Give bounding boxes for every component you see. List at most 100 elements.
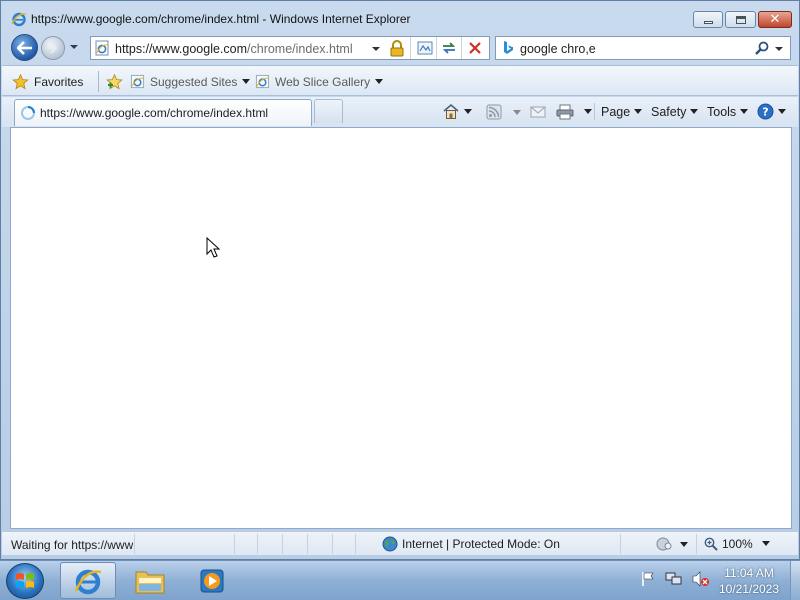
refresh-icon[interactable] xyxy=(441,40,457,56)
search-box[interactable]: google chro,e xyxy=(495,36,791,60)
address-bar[interactable]: https://www.google.com/chrome/index.html xyxy=(90,36,490,60)
status-separator xyxy=(355,534,356,554)
folder-icon xyxy=(135,571,165,593)
chevron-down-icon xyxy=(584,109,592,114)
action-center-flag-icon[interactable] xyxy=(640,571,656,587)
tools-menu-label: Tools xyxy=(707,104,737,119)
favorites-item-suggested-sites[interactable]: Suggested Sites xyxy=(130,71,251,92)
zoom-level: 100% xyxy=(722,537,753,551)
address-separator xyxy=(436,37,437,59)
close-button[interactable]: ✕ xyxy=(758,11,792,28)
stop-icon[interactable] xyxy=(467,40,483,56)
chevron-down-icon xyxy=(242,79,251,84)
security-zone-label: Internet | Protected Mode: On xyxy=(402,537,560,551)
padlock-icon[interactable] xyxy=(389,40,405,57)
taskbar-internet-explorer[interactable] xyxy=(60,562,116,599)
printer-icon xyxy=(556,104,574,119)
forward-arrow-icon xyxy=(47,42,58,54)
add-to-favorites-icon[interactable] xyxy=(106,74,123,90)
protected-mode-settings[interactable] xyxy=(656,536,688,552)
address-dropdown[interactable] xyxy=(372,45,380,53)
internet-explorer-icon xyxy=(74,569,102,594)
favorites-button[interactable]: Favorites xyxy=(12,71,83,92)
internet-explorer-icon xyxy=(11,12,27,27)
address-input[interactable]: https://www.google.com/chrome/index.html xyxy=(115,42,353,56)
compatibility-view-icon[interactable] xyxy=(417,40,433,56)
back-button[interactable] xyxy=(11,34,38,61)
new-tab-button[interactable] xyxy=(314,99,343,123)
minimize-button[interactable] xyxy=(693,11,723,28)
web-slice-gallery-label: Web Slice Gallery xyxy=(275,74,371,89)
tools-menu[interactable]: Tools xyxy=(707,101,749,122)
search-icon[interactable] xyxy=(754,40,770,56)
star-icon xyxy=(12,73,29,89)
minimize-icon xyxy=(703,20,713,24)
status-separator xyxy=(307,534,308,554)
search-input[interactable]: google chro,e xyxy=(520,42,596,56)
chevron-down-icon xyxy=(690,109,699,114)
window-title: https://www.google.com/chrome/index.html… xyxy=(31,12,411,26)
forward-button[interactable] xyxy=(41,36,65,60)
command-separator xyxy=(594,103,595,120)
help-button[interactable]: ? xyxy=(757,101,786,122)
chevron-down-icon xyxy=(464,109,472,114)
taskbar-media-player[interactable] xyxy=(184,562,240,599)
favorites-label: Favorites xyxy=(34,74,84,89)
taskbar: 11:04 AM 10/21/2023 xyxy=(0,560,800,600)
status-text: Waiting for https://www xyxy=(11,538,133,552)
safety-menu-label: Safety xyxy=(651,104,687,119)
feeds-button[interactable] xyxy=(486,101,502,122)
browser-window: https://www.google.com/chrome/index.html… xyxy=(0,0,800,560)
taskbar-windows-explorer[interactable] xyxy=(122,562,178,599)
start-button[interactable] xyxy=(6,563,44,599)
status-separator xyxy=(332,534,333,554)
page-content[interactable] xyxy=(10,127,792,529)
media-player-icon xyxy=(200,569,224,592)
status-separator xyxy=(620,534,621,554)
tab-row: https://www.google.com/chrome/index.html xyxy=(2,97,798,127)
status-separator xyxy=(134,534,135,554)
favorites-item-web-slice-gallery[interactable]: Web Slice Gallery xyxy=(255,71,384,92)
close-icon: ✕ xyxy=(769,12,781,27)
chevron-down-icon xyxy=(680,541,688,547)
web-slice-gallery-icon xyxy=(255,74,270,89)
address-path: /chrome/index.html xyxy=(247,42,353,56)
chevron-down-icon xyxy=(375,79,384,84)
zoom-control[interactable]: 100% xyxy=(704,535,753,553)
safety-menu[interactable]: Safety xyxy=(651,101,699,122)
rss-feed-icon xyxy=(486,104,502,119)
chevron-down-icon xyxy=(740,109,749,114)
volume-muted-icon[interactable] xyxy=(692,571,710,587)
read-mail-icon[interactable] xyxy=(530,105,546,119)
zoom-dropdown[interactable] xyxy=(762,541,770,546)
home-button[interactable] xyxy=(442,101,472,122)
tab-current[interactable]: https://www.google.com/chrome/index.html xyxy=(14,99,312,126)
maximize-button[interactable] xyxy=(725,11,756,28)
clock-date: 10/21/2023 xyxy=(718,582,780,596)
mouse-cursor-icon xyxy=(206,237,221,258)
status-bar: Waiting for https://www Internet | Prote… xyxy=(2,531,798,555)
page-menu[interactable]: Page xyxy=(601,101,643,122)
taskbar-clock[interactable]: 11:04 AM 10/21/2023 xyxy=(712,565,786,597)
zoom-icon xyxy=(704,537,718,551)
page-icon xyxy=(95,40,109,56)
windows-logo-icon xyxy=(16,573,34,588)
print-button[interactable] xyxy=(556,101,592,122)
system-tray xyxy=(640,571,710,587)
status-separator xyxy=(696,534,697,554)
maximize-icon xyxy=(735,15,746,24)
bing-icon xyxy=(504,41,513,54)
help-icon: ? xyxy=(757,103,774,120)
title-bar: https://www.google.com/chrome/index.html… xyxy=(1,1,799,35)
security-zone[interactable]: Internet | Protected Mode: On xyxy=(382,535,560,553)
recent-pages-dropdown[interactable] xyxy=(69,42,79,52)
back-arrow-icon xyxy=(16,40,32,55)
suggested-sites-icon xyxy=(130,74,145,89)
feeds-dropdown[interactable] xyxy=(513,110,521,115)
network-icon[interactable] xyxy=(665,571,683,587)
show-desktop-button[interactable] xyxy=(790,561,800,600)
svg-text:?: ? xyxy=(762,106,768,119)
search-options-dropdown[interactable] xyxy=(775,45,783,53)
chevron-down-icon xyxy=(634,109,643,114)
home-icon xyxy=(443,103,459,119)
